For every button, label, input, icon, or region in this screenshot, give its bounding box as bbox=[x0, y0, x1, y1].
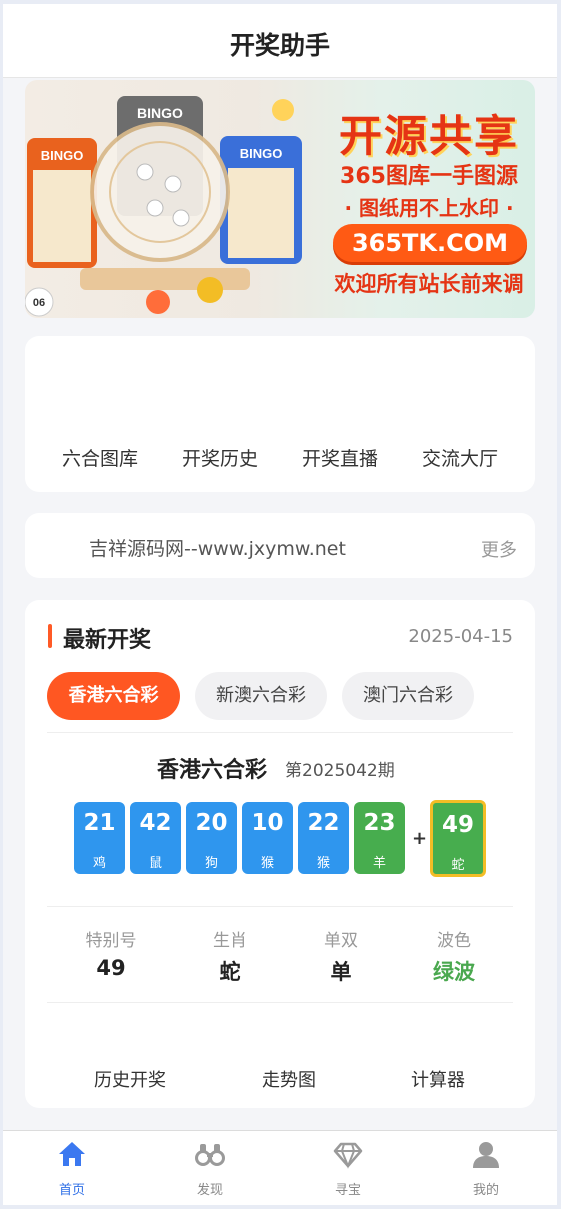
result-ball: 22 猴 bbox=[298, 802, 349, 874]
stat-value-zodiac: 蛇 bbox=[219, 960, 241, 984]
bottom-tab-bar: 首页 发现 寻宝 我的 bbox=[3, 1130, 557, 1205]
ball-number: 49 bbox=[441, 812, 474, 838]
binoculars-icon bbox=[195, 1144, 225, 1166]
bingo-card-label: BINGO bbox=[240, 146, 283, 161]
special-ball: 49 蛇 bbox=[430, 800, 486, 877]
result-ball: 21 鸡 bbox=[74, 802, 125, 874]
stat-value-odd-even: 单 bbox=[330, 960, 352, 984]
tabbar-label: 发现 bbox=[196, 1183, 223, 1198]
divider bbox=[47, 1002, 513, 1003]
notice-card[interactable]: 吉祥源码网--www.jxymw.net 更多 bbox=[25, 513, 535, 578]
banner-line-2: · 图纸用不上水印 · bbox=[344, 196, 514, 220]
quick-nav-card: 六合图库 开奖历史 开奖直播 交流大厅 bbox=[25, 336, 535, 492]
divider bbox=[47, 732, 513, 733]
notice-more-link[interactable]: 更多 bbox=[481, 536, 517, 562]
nav-item-live[interactable]: 开奖直播 bbox=[285, 444, 395, 471]
app-header: 开奖助手 bbox=[3, 4, 557, 78]
tabbar-label: 我的 bbox=[472, 1183, 499, 1198]
tabbar-item-discover[interactable]: 发现 bbox=[141, 1131, 279, 1205]
draw-date: 2025-04-15 bbox=[408, 626, 513, 647]
page-title: 开奖助手 bbox=[229, 31, 330, 60]
stat-label-zodiac: 生肖 bbox=[213, 931, 247, 951]
tabbar-item-treasure[interactable]: 寻宝 bbox=[279, 1131, 417, 1205]
trend-chart-button[interactable]: 走势图 bbox=[229, 1066, 349, 1092]
stat-value-wave-color: 绿波 bbox=[433, 960, 475, 984]
ball-number: 21 bbox=[83, 810, 116, 836]
bingo-illustration: BINGO BINGO BINGO 06 bbox=[25, 96, 302, 317]
tabbar-label: 寻宝 bbox=[334, 1183, 361, 1198]
calculator-button[interactable]: 计算器 bbox=[378, 1066, 498, 1092]
ball-zodiac: 鸡 bbox=[92, 856, 106, 871]
ball-zodiac: 猴 bbox=[316, 856, 330, 871]
notice-text[interactable]: 吉祥源码网--www.jxymw.net bbox=[89, 534, 346, 561]
section-title: 最新开奖 bbox=[63, 628, 152, 653]
tab-new-macau-lottery[interactable]: 新澳六合彩 bbox=[195, 672, 327, 720]
app-screen: 开奖助手 BINGO BINGO BINGO 06 开源共享 365图库一手图源… bbox=[3, 4, 557, 1205]
banner-text-block: 开源共享 365图库一手图源 · 图纸用不上水印 · 365TK.COM 欢迎所… bbox=[323, 80, 535, 318]
tabbar-label: 首页 bbox=[58, 1183, 85, 1198]
ball-number: 42 bbox=[139, 810, 172, 836]
stat-value-special-number: 49 bbox=[96, 956, 126, 980]
banner-line-3: 欢迎所有站长前来调 bbox=[334, 272, 524, 296]
bingo-card-label: BINGO bbox=[41, 148, 84, 163]
banner-title: 开源共享 bbox=[339, 112, 519, 162]
ball-zodiac: 狗 bbox=[204, 856, 218, 871]
latest-draw-card: 最新开奖 2025-04-15 香港六合彩 新澳六合彩 澳门六合彩 香港六合彩 … bbox=[25, 600, 535, 1108]
history-draws-button[interactable]: 历史开奖 bbox=[70, 1066, 190, 1092]
ball-zodiac: 羊 bbox=[372, 856, 386, 871]
tabbar-item-home[interactable]: 首页 bbox=[3, 1131, 141, 1205]
nav-item-gallery[interactable]: 六合图库 bbox=[45, 444, 155, 471]
section-accent-bar bbox=[48, 624, 52, 648]
tabbar-item-mine[interactable]: 我的 bbox=[417, 1131, 555, 1205]
ball-zodiac: 鼠 bbox=[148, 856, 162, 871]
result-ball: 42 鼠 bbox=[130, 802, 181, 874]
ball-zodiac: 猴 bbox=[260, 856, 274, 871]
result-ball: 23 羊 bbox=[354, 802, 405, 874]
stat-label-wave-color: 波色 bbox=[437, 931, 471, 951]
home-icon bbox=[59, 1142, 85, 1166]
diamond-icon bbox=[333, 1142, 363, 1169]
draw-name: 香港六合彩 bbox=[157, 758, 268, 783]
ball-zodiac: 蛇 bbox=[451, 858, 465, 873]
bingo-card-label: BINGO bbox=[137, 105, 183, 121]
ball-number: 22 bbox=[307, 810, 340, 836]
user-icon bbox=[473, 1142, 499, 1168]
result-ball: 20 狗 bbox=[186, 802, 237, 874]
nav-item-forum[interactable]: 交流大厅 bbox=[405, 444, 515, 471]
result-ball: 10 猴 bbox=[242, 802, 293, 874]
nav-item-history[interactable]: 开奖历史 bbox=[165, 444, 275, 471]
promo-banner[interactable]: BINGO BINGO BINGO 06 开源共享 365图库一手图源 · 图纸… bbox=[25, 80, 535, 318]
stat-label-special-number: 特别号 bbox=[85, 931, 137, 951]
banner-site: 365TK.COM bbox=[333, 224, 527, 262]
draw-period: 第2025042期 bbox=[285, 761, 395, 781]
plus-sign: + bbox=[412, 828, 428, 849]
tab-macau-lottery[interactable]: 澳门六合彩 bbox=[342, 672, 474, 720]
divider bbox=[47, 906, 513, 907]
ball-number: 23 bbox=[363, 810, 396, 836]
stat-label-odd-even: 单双 bbox=[324, 931, 358, 951]
banner-line-1: 365图库一手图源 bbox=[340, 164, 518, 189]
banner-ball-label: 06 bbox=[33, 297, 45, 309]
ball-number: 20 bbox=[195, 810, 228, 836]
ball-number: 10 bbox=[251, 810, 284, 836]
tab-hk-lottery[interactable]: 香港六合彩 bbox=[47, 672, 180, 720]
